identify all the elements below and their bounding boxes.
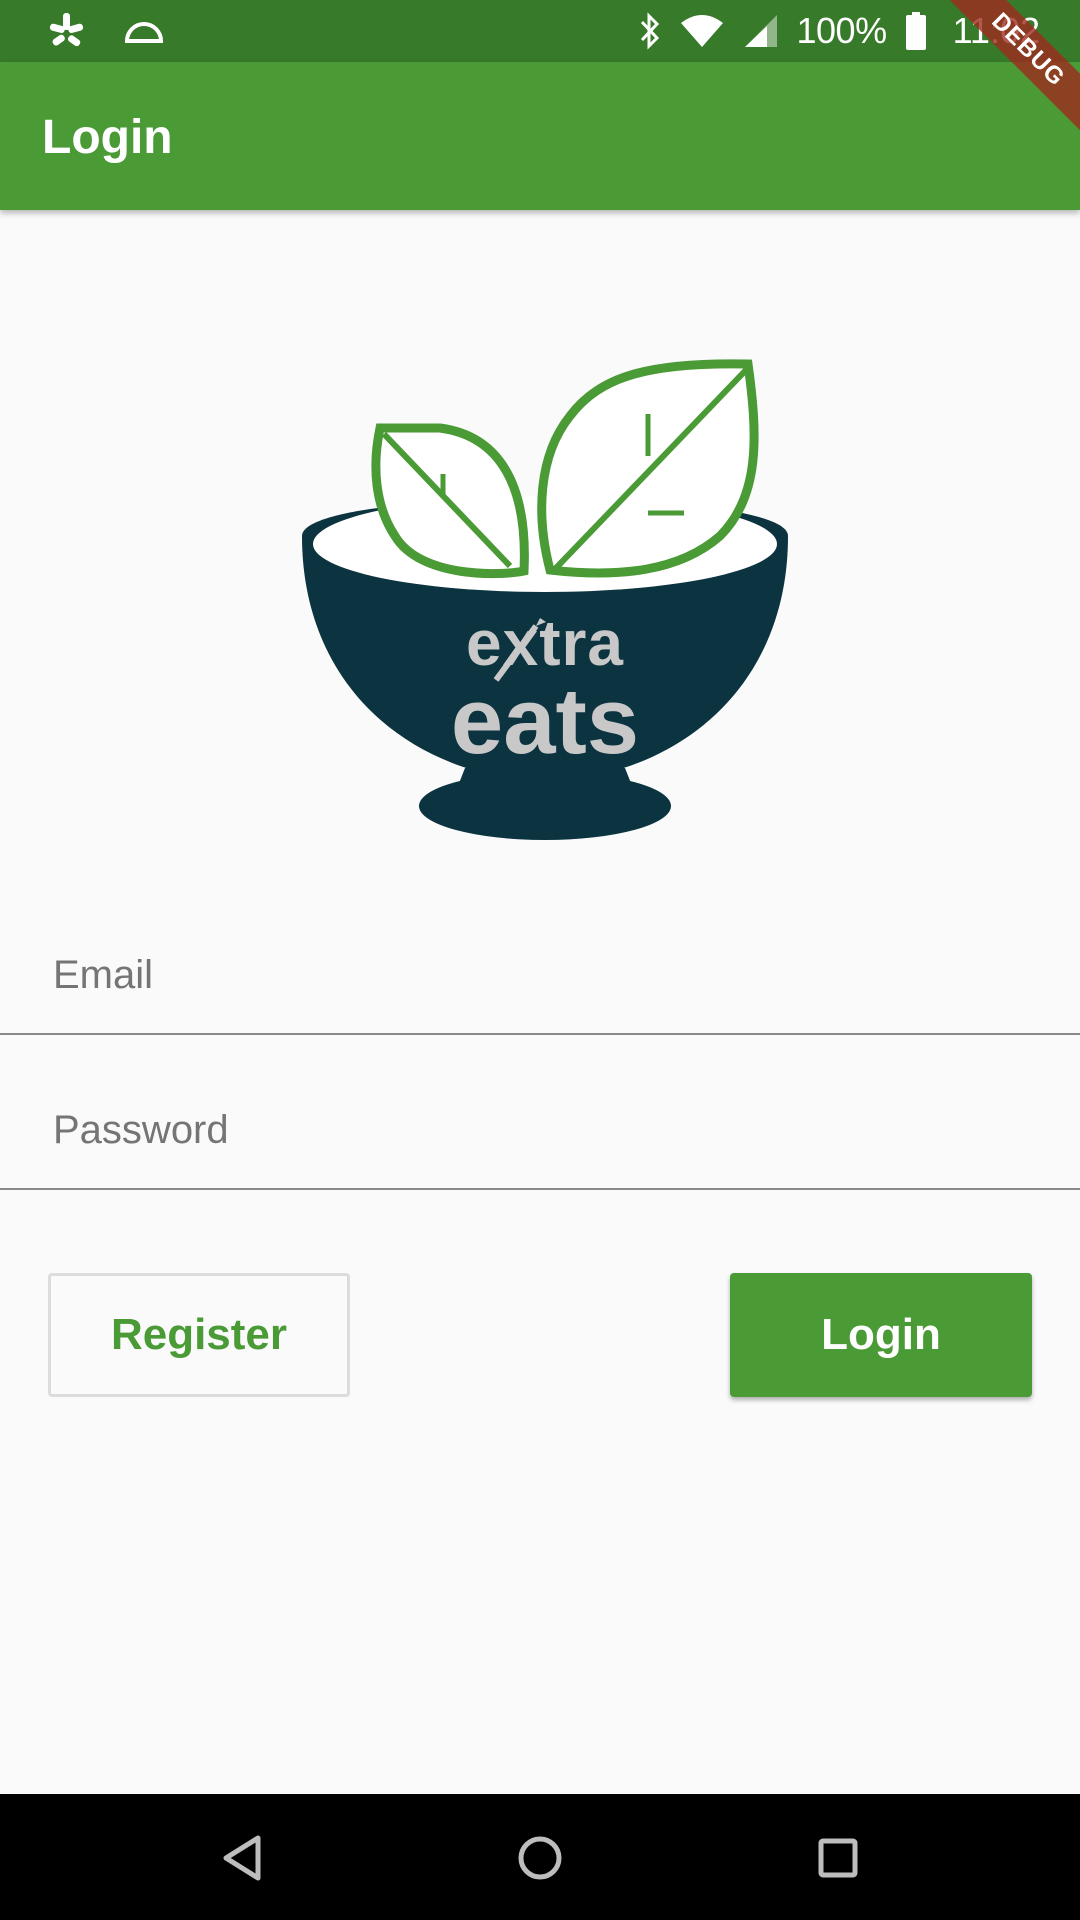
- signal-icon: [743, 13, 779, 49]
- app-bar: Login: [0, 62, 1080, 210]
- recents-icon: [817, 1837, 859, 1879]
- extra-eats-logo: extra eats: [300, 356, 790, 840]
- home-button[interactable]: [504, 1822, 576, 1894]
- home-icon: [517, 1835, 563, 1881]
- status-right: 100% 11:02: [639, 10, 1040, 52]
- status-time: 11:02: [952, 10, 1040, 51]
- back-icon: [220, 1834, 264, 1882]
- yelp-icon: [48, 11, 84, 51]
- battery-percent: 100%: [796, 10, 888, 51]
- email-placeholder: Email: [53, 953, 154, 997]
- recents-button[interactable]: [802, 1822, 874, 1894]
- status-bar: 100% 11:02: [0, 0, 1080, 62]
- password-placeholder: Password: [53, 1108, 229, 1152]
- password-field[interactable]: Password: [0, 1070, 1080, 1190]
- wifi-icon: [679, 13, 725, 49]
- page-title: Login: [42, 111, 173, 164]
- password-underline: [0, 1188, 1080, 1190]
- register-button-label: Register: [110, 1310, 288, 1359]
- email-field[interactable]: Email: [0, 915, 1080, 1035]
- register-button[interactable]: Register: [48, 1273, 350, 1397]
- cloud-dome-icon: [124, 17, 164, 45]
- back-button[interactable]: [206, 1822, 278, 1894]
- bluetooth-icon: [639, 12, 661, 50]
- email-underline: [0, 1033, 1080, 1035]
- battery-icon: [905, 11, 927, 51]
- logo-text-eats: eats: [450, 668, 640, 773]
- status-left: [48, 10, 164, 52]
- navigation-bar: [0, 1794, 1080, 1920]
- login-button-label: Login: [821, 1310, 941, 1359]
- login-button[interactable]: Login: [730, 1273, 1032, 1397]
